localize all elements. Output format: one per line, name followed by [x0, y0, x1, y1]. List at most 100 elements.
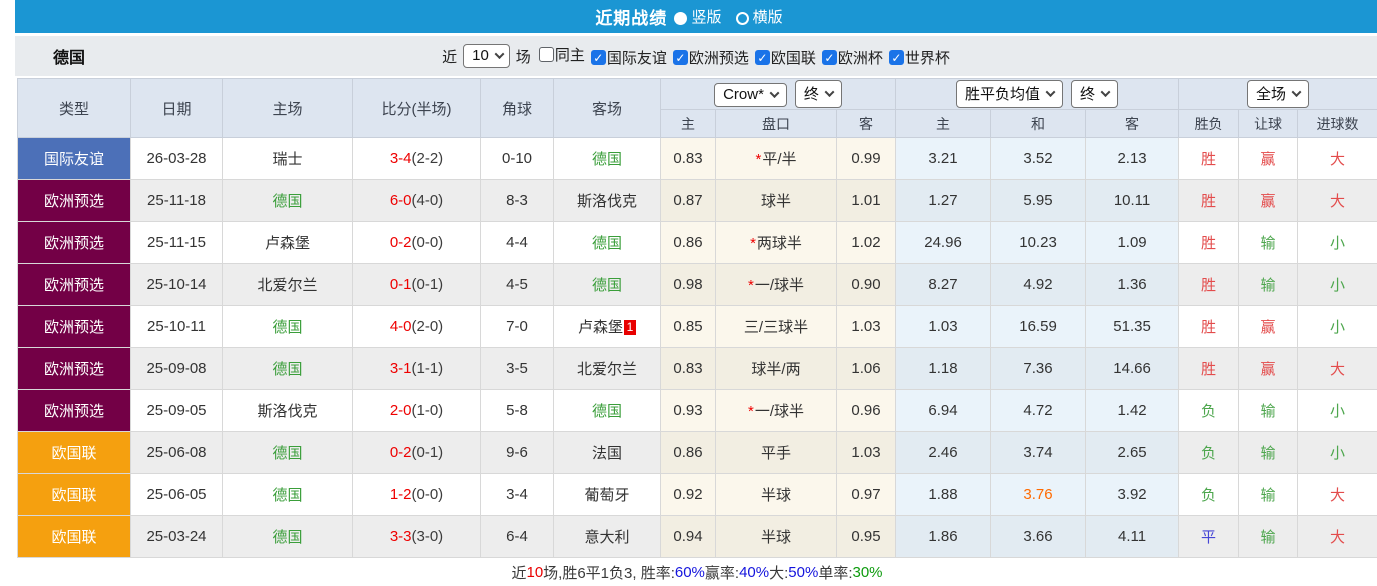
corner-count: 4-5 — [481, 264, 554, 306]
mean-odds: 1.86 — [896, 516, 991, 558]
subheader-mean-draw: 和 — [991, 110, 1086, 138]
mean-odds: 3.76 — [991, 474, 1086, 516]
checkbox-icon[interactable]: ✓ — [591, 50, 606, 65]
mean-odds: 24.96 — [896, 222, 991, 264]
layout-radio-label[interactable]: 横版 — [753, 9, 783, 26]
mean-odds: 3.92 — [1086, 474, 1179, 516]
filter-checkbox[interactable]: ✓欧洲杯 — [816, 47, 883, 68]
near-label: 近 — [442, 46, 457, 67]
result-cell: 输 — [1239, 222, 1298, 264]
home-team: 德国 — [223, 180, 353, 222]
layout-radio-label[interactable]: 竖版 — [691, 9, 721, 26]
checkbox-icon[interactable]: ✓ — [673, 50, 688, 65]
wdl-time-select[interactable]: 终 — [1071, 80, 1118, 108]
league-badge: 国际友谊 — [18, 138, 131, 180]
summary-segment: 60% — [675, 564, 705, 581]
filter-checkbox[interactable]: ✓欧国联 — [749, 47, 816, 68]
result-cell: 小 — [1298, 306, 1377, 348]
checkbox-icon[interactable]: ✓ — [822, 50, 837, 65]
match-score: 3-4(2-2) — [353, 138, 481, 180]
corner-count: 7-0 — [481, 306, 554, 348]
star-marker: * — [755, 151, 761, 168]
home-team: 瑞士 — [223, 138, 353, 180]
away-team: 德国 — [554, 264, 661, 306]
subheader-wdl: 胜负 — [1179, 110, 1239, 138]
match-score: 4-0(2-0) — [353, 306, 481, 348]
mean-odds: 2.13 — [1086, 138, 1179, 180]
league-badge: 欧洲预选 — [18, 348, 131, 390]
result-cell: 输 — [1239, 516, 1298, 558]
away-team: 斯洛伐克 — [554, 180, 661, 222]
result-cell: 输 — [1239, 432, 1298, 474]
ah-away-odds: 1.03 — [837, 432, 896, 474]
result-cell: 输 — [1239, 264, 1298, 306]
subheader-ah-home: 主 — [661, 110, 716, 138]
match-score: 6-0(4-0) — [353, 180, 481, 222]
ah-away-odds: 0.95 — [837, 516, 896, 558]
mean-odds: 1.36 — [1086, 264, 1179, 306]
match-score: 0-1(0-1) — [353, 264, 481, 306]
mean-odds: 3.66 — [991, 516, 1086, 558]
mean-odds: 51.35 — [1086, 306, 1179, 348]
match-date: 25-06-08 — [131, 432, 223, 474]
result-cell: 胜 — [1179, 222, 1239, 264]
ah-away-odds: 0.99 — [837, 138, 896, 180]
league-badge: 欧洲预选 — [18, 390, 131, 432]
filter-checkbox[interactable]: 同主 — [533, 44, 585, 65]
chevron-down-icon — [1046, 87, 1056, 97]
ah-line: 球半 — [716, 180, 837, 222]
chevron-down-icon — [1101, 87, 1111, 97]
match-row: 欧国联 25-06-08 德国 0-2(0-1) 9-6 法国 0.86 平手 … — [18, 432, 1377, 474]
checkbox-icon[interactable]: ✓ — [755, 50, 770, 65]
result-cell: 小 — [1298, 390, 1377, 432]
match-date: 25-06-05 — [131, 474, 223, 516]
ah-away-odds: 1.03 — [837, 306, 896, 348]
mean-odds: 1.42 — [1086, 390, 1179, 432]
checkbox-icon[interactable] — [539, 47, 554, 62]
match-score: 2-0(1-0) — [353, 390, 481, 432]
ah-home-odds: 0.93 — [661, 390, 716, 432]
result-cell: 胜 — [1179, 180, 1239, 222]
filter-checkbox[interactable]: ✓欧洲预选 — [667, 47, 749, 68]
filter-checkbox[interactable]: ✓国际友谊 — [585, 47, 667, 68]
layout-radio-off[interactable] — [736, 12, 749, 25]
league-badge: 欧国联 — [18, 474, 131, 516]
corner-count: 3-5 — [481, 348, 554, 390]
ah-away-odds: 0.97 — [837, 474, 896, 516]
ah-away-odds: 0.90 — [837, 264, 896, 306]
results-table: 类型 日期 主场 比分(半场) 角球 客场 Crow* 终 胜平负均值 — [17, 78, 1377, 558]
rank-badge[interactable]: 1 — [624, 320, 636, 335]
corner-count: 4-4 — [481, 222, 554, 264]
handicap-time-select[interactable]: 终 — [795, 80, 842, 108]
corner-count: 8-3 — [481, 180, 554, 222]
corner-count: 6-4 — [481, 516, 554, 558]
match-score: 3-1(1-1) — [353, 348, 481, 390]
games-label: 场 — [516, 46, 531, 67]
league-badge: 欧洲预选 — [18, 264, 131, 306]
mean-odds: 3.21 — [896, 138, 991, 180]
ah-home-odds: 0.85 — [661, 306, 716, 348]
chevron-down-icon — [824, 87, 834, 97]
league-badge: 欧洲预选 — [18, 222, 131, 264]
summary-segment: 近 — [511, 562, 526, 583]
filter-checkbox[interactable]: ✓世界杯 — [883, 47, 950, 68]
checkbox-icon[interactable]: ✓ — [889, 50, 904, 65]
match-row: 欧洲预选 25-10-14 北爱尔兰 0-1(0-1) 4-5 德国 0.98 … — [18, 264, 1377, 306]
match-count-select[interactable]: 10 — [463, 44, 510, 68]
corner-count: 9-6 — [481, 432, 554, 474]
mean-odds: 4.72 — [991, 390, 1086, 432]
subheader-handicap-result: 让球 — [1239, 110, 1298, 138]
layout-radio-on[interactable] — [674, 12, 687, 25]
away-team: 德国 — [554, 390, 661, 432]
odds-company-select[interactable]: Crow* — [714, 83, 787, 107]
ah-away-odds: 1.02 — [837, 222, 896, 264]
title-bar: 近期战绩 竖版 横版 — [15, 0, 1377, 33]
summary-segment: 40% — [739, 564, 769, 581]
wdl-mean-select[interactable]: 胜平负均值 — [956, 80, 1063, 108]
away-team: 葡萄牙 — [554, 474, 661, 516]
match-row: 欧洲预选 25-09-05 斯洛伐克 2-0(1-0) 5-8 德国 0.93 … — [18, 390, 1377, 432]
scope-select[interactable]: 全场 — [1247, 80, 1309, 108]
wdl-select-group: 胜平负均值 终 — [896, 79, 1179, 110]
chevron-down-icon — [769, 88, 779, 98]
away-team: 意大利 — [554, 516, 661, 558]
